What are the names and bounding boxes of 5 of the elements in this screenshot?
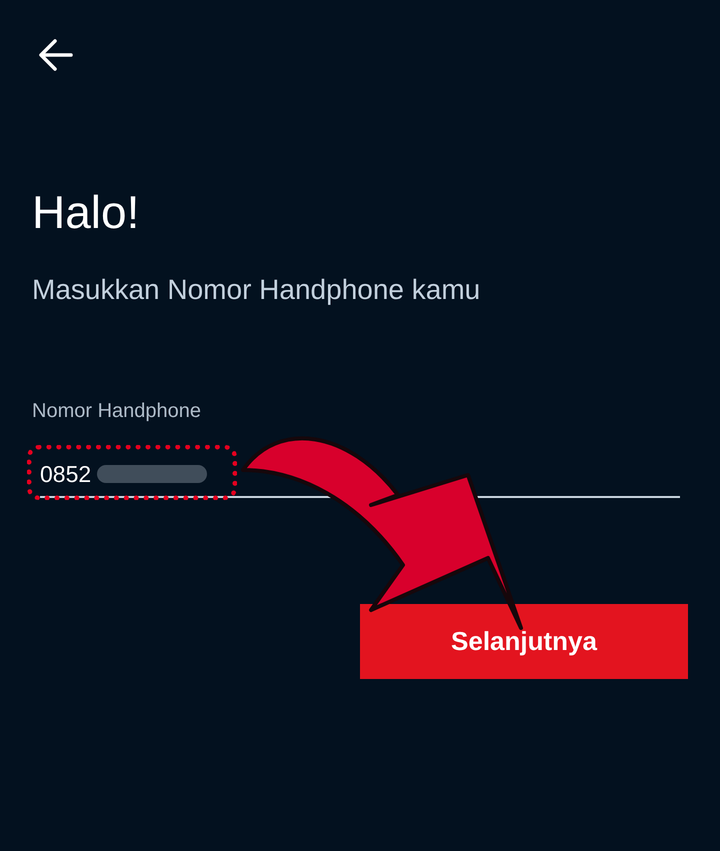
greeting-title: Halo! [32,185,140,240]
next-button[interactable]: Selanjutnya [360,604,688,679]
field-label: Nomor Handphone [32,399,202,424]
phone-value: 0852 [40,460,92,489]
instruction-text: Masukkan Nomor Handphone kamu [32,273,482,307]
